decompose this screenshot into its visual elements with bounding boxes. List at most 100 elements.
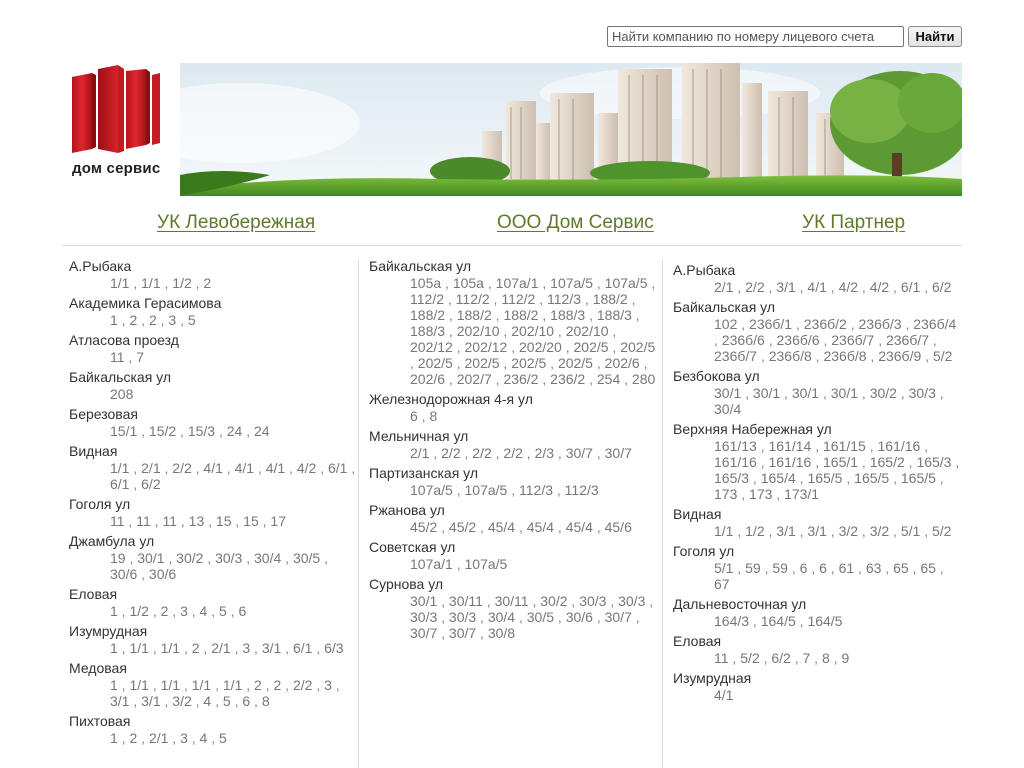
house-number-link[interactable]: 202/12 (410, 339, 453, 355)
house-number-link[interactable]: 63 (866, 560, 882, 576)
house-number-link[interactable]: 236б/6 (722, 332, 765, 348)
street-name[interactable]: Березовая (69, 405, 358, 423)
house-number-link[interactable]: 11 (110, 513, 125, 529)
house-number-link[interactable]: 188/2 (503, 307, 538, 323)
house-number-link[interactable]: 1/1 (714, 523, 733, 539)
house-number-link[interactable]: 45/4 (566, 519, 593, 535)
house-number-link[interactable]: 1/2 (129, 603, 148, 619)
house-number-link[interactable]: 1 (110, 312, 118, 328)
house-number-link[interactable]: 112/2 (501, 291, 535, 307)
house-number-link[interactable]: 1/1 (161, 677, 180, 693)
house-number-link[interactable]: 161/13 (714, 438, 757, 454)
house-number-link[interactable]: 208 (110, 386, 133, 402)
house-number-link[interactable]: 202/7 (457, 371, 492, 387)
house-number-link[interactable]: 45/4 (527, 519, 554, 535)
house-number-link[interactable]: 2/2 (745, 279, 764, 295)
house-number-link[interactable]: 5/1 (714, 560, 733, 576)
house-number-link[interactable]: 173 (749, 486, 772, 502)
house-number-link[interactable]: 15/2 (149, 423, 176, 439)
house-number-link[interactable]: 30/3 (909, 385, 936, 401)
house-number-link[interactable]: 3 (180, 603, 188, 619)
house-number-link[interactable]: 3/1 (776, 279, 795, 295)
house-number-link[interactable]: 30/2 (176, 550, 203, 566)
house-number-link[interactable]: 102 (714, 316, 737, 332)
house-number-link[interactable]: 24 (254, 423, 270, 439)
street-name[interactable]: Медовая (69, 659, 358, 677)
house-number-link[interactable]: 6 (819, 560, 827, 576)
house-number-link[interactable]: 30/4 (714, 401, 741, 417)
house-number-link[interactable]: 161/15 (823, 438, 866, 454)
house-number-link[interactable]: 2/1 (141, 460, 160, 476)
house-number-link[interactable]: 6/2 (141, 476, 160, 492)
house-number-link[interactable]: 236б/7 (714, 348, 757, 364)
house-number-link[interactable]: 1/1 (192, 677, 211, 693)
house-number-link[interactable]: 67 (714, 576, 730, 592)
street-name[interactable]: Еловая (69, 585, 358, 603)
house-number-link[interactable]: 3 (324, 677, 332, 693)
house-number-link[interactable]: 6/1 (901, 279, 920, 295)
house-number-link[interactable]: 107а/1 (410, 556, 453, 572)
street-name[interactable]: Дальневосточная ул (673, 595, 962, 613)
street-name[interactable]: Академика Герасимова (69, 294, 358, 312)
house-number-link[interactable]: 173/1 (784, 486, 819, 502)
house-number-link[interactable]: 202/5 (620, 339, 655, 355)
house-number-link[interactable]: 30/3 (579, 593, 606, 609)
logo[interactable]: дом сервис (62, 63, 180, 196)
house-number-link[interactable]: 5 (188, 312, 196, 328)
house-number-link[interactable]: 202/6 (605, 355, 640, 371)
house-number-link[interactable]: 1/1 (110, 460, 129, 476)
street-name[interactable]: Атласова проезд (69, 331, 358, 349)
house-number-link[interactable]: 30/1 (792, 385, 819, 401)
house-number-link[interactable]: 1/1 (161, 640, 180, 656)
house-number-link[interactable]: 1/1 (129, 640, 148, 656)
house-number-link[interactable]: 2/3 (535, 445, 554, 461)
house-number-link[interactable]: 7 (136, 349, 144, 365)
house-number-link[interactable]: 3/1 (262, 640, 281, 656)
house-number-link[interactable]: 112/3 (547, 291, 581, 307)
house-number-link[interactable]: 165/3 (714, 470, 749, 486)
house-number-link[interactable]: 236б/6 (777, 332, 820, 348)
house-number-link[interactable]: 4/1 (807, 279, 826, 295)
account-search-input[interactable] (607, 26, 904, 47)
house-number-link[interactable]: 30/11 (495, 593, 529, 609)
house-number-link[interactable]: 4/1 (266, 460, 285, 476)
street-name[interactable]: Байкальская ул (369, 257, 661, 275)
house-number-link[interactable]: 202/5 (558, 355, 593, 371)
house-number-link[interactable]: 8 (822, 650, 830, 666)
house-number-link[interactable]: 112/2 (410, 291, 444, 307)
street-name[interactable]: Байкальская ул (673, 298, 962, 316)
street-name[interactable]: Верхняя Набережная ул (673, 420, 962, 438)
house-number-link[interactable]: 45/4 (488, 519, 515, 535)
house-number-link[interactable]: 1/2 (172, 275, 191, 291)
house-number-link[interactable]: 202/10 (511, 323, 554, 339)
house-number-link[interactable]: 5 (219, 730, 227, 746)
house-number-link[interactable]: 236б/2 (804, 316, 847, 332)
house-number-link[interactable]: 65 (893, 560, 909, 576)
house-number-link[interactable]: 13 (189, 513, 205, 529)
house-number-link[interactable]: 30/3 (618, 593, 645, 609)
house-number-link[interactable]: 2/2 (172, 460, 191, 476)
house-number-link[interactable]: 2 (254, 677, 262, 693)
street-name[interactable]: А.Рыбака (673, 261, 962, 279)
house-number-link[interactable]: 30/1 (410, 593, 437, 609)
house-number-link[interactable]: 4/1 (203, 460, 222, 476)
house-number-link[interactable]: 30/6 (110, 566, 137, 582)
house-number-link[interactable]: 164/5 (807, 613, 842, 629)
house-number-link[interactable]: 8 (429, 408, 437, 424)
house-number-link[interactable]: 11 (162, 513, 177, 529)
house-number-link[interactable]: 188/2 (410, 307, 445, 323)
house-number-link[interactable]: 30/4 (254, 550, 281, 566)
house-number-link[interactable]: 165/3 (916, 454, 951, 470)
house-number-link[interactable]: 280 (632, 371, 655, 387)
house-number-link[interactable]: 107а/5 (410, 482, 453, 498)
house-number-link[interactable]: 15 (243, 513, 259, 529)
street-name[interactable]: Мельничная ул (369, 427, 661, 445)
house-number-link[interactable]: 161/16 (769, 454, 812, 470)
house-number-link[interactable]: 5/2 (932, 523, 951, 539)
house-number-link[interactable]: 236/2 (503, 371, 538, 387)
house-number-link[interactable]: 2 (149, 312, 157, 328)
house-number-link[interactable]: 30/1 (137, 550, 164, 566)
house-number-link[interactable]: 112/2 (456, 291, 490, 307)
house-number-link[interactable]: 165/5 (807, 470, 842, 486)
street-name[interactable]: Еловая (673, 632, 962, 650)
